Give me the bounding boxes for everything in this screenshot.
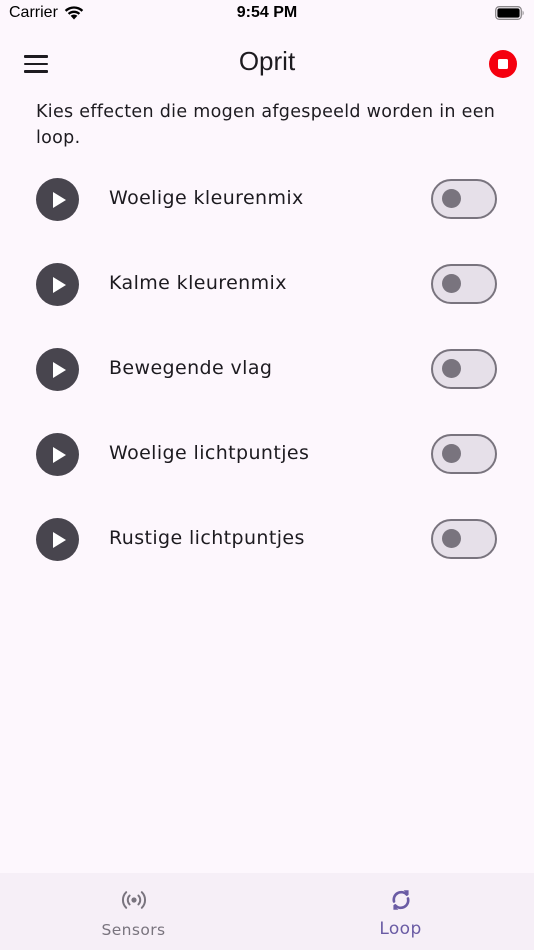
toggle-thumb: [442, 529, 461, 548]
status-bar: Carrier 9:54 PM: [0, 0, 534, 28]
loop-sync-icon: [392, 890, 410, 910]
stop-icon: [498, 59, 508, 69]
toggle-thumb: [442, 274, 461, 293]
page-title: Oprit: [238, 46, 296, 76]
effects-list: Woelige kleurenmix Kalme kleurenmix Bewe…: [0, 157, 534, 582]
nav-item-sensors[interactable]: Sensors: [0, 873, 267, 950]
play-icon: [53, 531, 66, 548]
effect-label: Woelige kleurenmix: [109, 187, 304, 209]
play-button[interactable]: [36, 178, 79, 221]
loop-toggle[interactable]: [431, 434, 497, 474]
loop-toggle[interactable]: [431, 519, 497, 559]
bottom-navigation: Sensors Loop: [0, 873, 534, 950]
list-item: Woelige kleurenmix: [0, 157, 534, 242]
battery-icon: [495, 6, 524, 20]
list-item: Woelige lichtpuntjes: [0, 412, 534, 497]
play-icon: [53, 276, 66, 293]
play-button[interactable]: [36, 348, 79, 391]
play-button[interactable]: [36, 518, 79, 561]
play-icon: [53, 191, 66, 208]
effect-label: Kalme kleurenmix: [109, 272, 287, 294]
play-button[interactable]: [36, 433, 79, 476]
stop-button[interactable]: [489, 50, 517, 78]
app-bar: Oprit: [0, 36, 534, 92]
sensors-icon: [122, 891, 146, 909]
loop-toggle[interactable]: [431, 179, 497, 219]
nav-label-sensors: Sensors: [101, 921, 166, 939]
play-button[interactable]: [36, 263, 79, 306]
play-icon: [53, 446, 66, 463]
nav-item-loop[interactable]: Loop: [267, 873, 534, 950]
app-screen: Carrier 9:54 PM Oprit Kies effecten die …: [0, 0, 534, 950]
loop-toggle[interactable]: [431, 349, 497, 389]
effect-label: Woelige lichtpuntjes: [109, 442, 310, 464]
list-item: Rustige lichtpuntjes: [0, 497, 534, 582]
hamburger-menu-icon[interactable]: [18, 46, 54, 82]
effect-label: Bewegende vlag: [109, 357, 273, 379]
list-item: Kalme kleurenmix: [0, 242, 534, 327]
list-item: Bewegende vlag: [0, 327, 534, 412]
nav-label-loop: Loop: [379, 919, 422, 939]
toggle-thumb: [442, 359, 461, 378]
effect-label: Rustige lichtpuntjes: [109, 527, 305, 549]
clock-time: 9:54 PM: [236, 4, 298, 21]
toggle-thumb: [442, 189, 461, 208]
play-icon: [53, 361, 66, 378]
loop-toggle[interactable]: [431, 264, 497, 304]
toggle-thumb: [442, 444, 461, 463]
intro-text: Kies effecten die mogen afgespeeld worde…: [36, 102, 496, 148]
